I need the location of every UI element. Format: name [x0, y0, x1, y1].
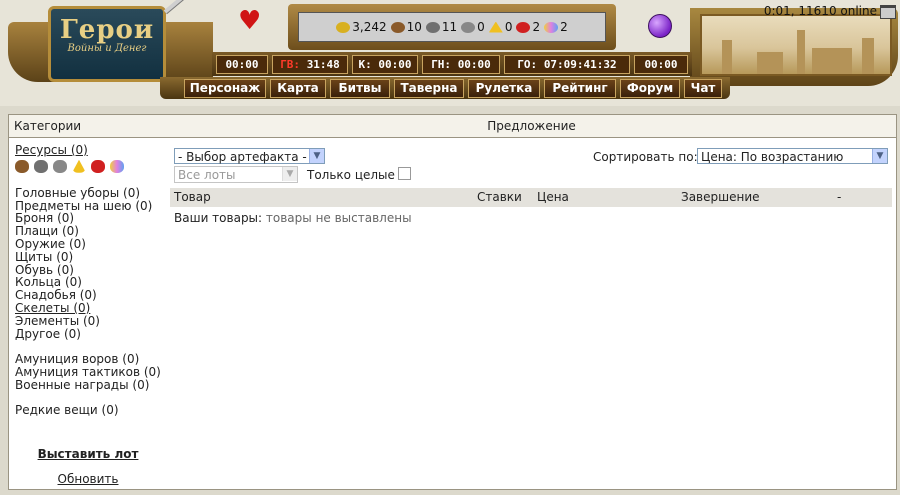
- lots-select[interactable]: Все лоты ▼: [174, 166, 298, 183]
- sword-icon: [163, 0, 228, 14]
- column-item[interactable]: Товар: [174, 188, 211, 207]
- timer-bar: 00:00 ГВ: 31:48 К: 00:00 ГН: 00:00 ГО: 0…: [212, 52, 692, 76]
- categories-title: Категории: [9, 115, 167, 138]
- wood-icon: [390, 21, 405, 33]
- category-other[interactable]: Другое (0): [15, 327, 167, 341]
- category-elements[interactable]: Элементы (0): [15, 314, 167, 328]
- my-items-row: Ваши товары: товары не выставлены: [174, 211, 412, 225]
- sort-label: Сортировать по:: [593, 150, 698, 164]
- my-items-status: товары не выставлены: [265, 211, 412, 225]
- nav-chat[interactable]: Чат: [684, 79, 722, 98]
- mercury-icon[interactable]: [53, 159, 67, 173]
- category-war-awards[interactable]: Военные награды (0): [15, 378, 167, 392]
- resources-bar: 3,242 10 11 0 0 2 2: [298, 12, 606, 42]
- category-list: Ресурсы (0) Головные уборы (0) Предметы …: [9, 138, 167, 417]
- only-whole-label: Только целые: [307, 168, 395, 182]
- mail-icon[interactable]: [880, 4, 896, 19]
- categories-panel: Категории Ресурсы (0) Головные уборы (0)…: [8, 114, 168, 490]
- nav-roulette[interactable]: Рулетка: [468, 79, 540, 98]
- timer-health: 00:00: [216, 55, 268, 74]
- timer-mercenaries: ГН: 00:00: [422, 55, 500, 74]
- category-weapons[interactable]: Оружие (0): [15, 238, 167, 251]
- heart-icon[interactable]: ♥: [238, 8, 261, 34]
- logo-title: Герои: [59, 15, 155, 45]
- mercury-icon: [461, 21, 476, 33]
- category-shields[interactable]: Щиты (0): [15, 250, 167, 264]
- offers-title: Предложение: [167, 115, 896, 138]
- nav-forum[interactable]: Форум: [620, 79, 680, 98]
- only-whole-checkbox[interactable]: [397, 167, 411, 180]
- sulfur-icon: [488, 21, 503, 33]
- timer-extra: 00:00: [634, 55, 688, 74]
- sort-select[interactable]: Цена: По возрастанию ▼: [697, 148, 888, 164]
- column-dash: -: [837, 190, 842, 204]
- nav-character[interactable]: Персонаж: [184, 79, 266, 98]
- column-price[interactable]: Цена: [537, 188, 569, 207]
- main-nav: Персонаж Карта Битвы Таверна Рулетка Рей…: [160, 77, 730, 99]
- ore-icon[interactable]: [34, 159, 48, 173]
- offers-table-header: Товар Ставки Цена Завершение -: [170, 188, 892, 207]
- category-skeletons[interactable]: Скелеты (0): [15, 302, 167, 315]
- artifact-select[interactable]: - Выбор артефакта - ▼: [174, 148, 325, 164]
- only-whole-option[interactable]: Только целые: [307, 167, 411, 182]
- resource-gold: 3,242: [336, 20, 387, 34]
- chevron-down-icon[interactable]: ▼: [872, 149, 887, 163]
- category-resources[interactable]: Ресурсы (0): [15, 144, 167, 157]
- online-status: 0:01, 11610 online: [764, 4, 896, 19]
- gold-icon: [336, 21, 351, 33]
- crystal-icon[interactable]: [91, 159, 105, 173]
- game-header: Герои Войны и Денег ♥ 3,242 10 11 0 0 2 …: [0, 0, 900, 106]
- mana-orb-icon[interactable]: [648, 14, 672, 38]
- nav-map[interactable]: Карта: [270, 79, 326, 98]
- nav-tavern[interactable]: Таверна: [394, 79, 464, 98]
- resources-panel: 3,242 10 11 0 0 2 2: [288, 4, 616, 50]
- category-tactic-ammo[interactable]: Амуниция тактиков (0): [15, 366, 167, 379]
- gems-icon[interactable]: [110, 159, 124, 173]
- category-headwear[interactable]: Головные уборы (0): [15, 186, 167, 200]
- resource-gems: 2: [544, 20, 568, 34]
- game-logo[interactable]: Герои Войны и Денег: [48, 6, 166, 82]
- sulfur-icon[interactable]: [72, 159, 86, 173]
- chevron-down-icon[interactable]: ▼: [282, 167, 297, 181]
- my-items-label: Ваши товары:: [174, 211, 263, 225]
- resource-mercury: 0: [461, 20, 485, 34]
- column-bids[interactable]: Ставки: [477, 188, 522, 207]
- gems-icon: [544, 21, 559, 33]
- crystal-icon: [516, 21, 531, 33]
- nav-rating[interactable]: Рейтинг: [544, 79, 616, 98]
- refresh-link[interactable]: Обновить: [9, 472, 167, 486]
- castle-picture: [700, 14, 892, 76]
- resource-icons: [15, 159, 167, 173]
- nav-battles[interactable]: Битвы: [330, 79, 390, 98]
- place-lot-link[interactable]: Выставить лот: [9, 447, 167, 461]
- column-end[interactable]: Завершение: [681, 188, 760, 207]
- logo-subtitle: Войны и Денег: [67, 43, 147, 54]
- resource-ore: 11: [425, 20, 457, 34]
- ore-icon: [425, 21, 440, 33]
- wood-icon[interactable]: [15, 159, 29, 173]
- timer-guild-hunters: ГВ: 31:48: [272, 55, 348, 74]
- chevron-down-icon[interactable]: ▼: [309, 149, 324, 163]
- resource-crystal: 2: [516, 20, 540, 34]
- timer-blacksmith: К: 00:00: [352, 55, 418, 74]
- offers-panel: Предложение - Выбор артефакта - ▼ Все ло…: [167, 114, 897, 490]
- resource-wood: 10: [390, 20, 422, 34]
- timer-rangers: ГО: 07:09:41:32: [504, 55, 630, 74]
- category-rare-items[interactable]: Редкие вещи (0): [15, 404, 167, 417]
- resource-sulfur: 0: [488, 20, 512, 34]
